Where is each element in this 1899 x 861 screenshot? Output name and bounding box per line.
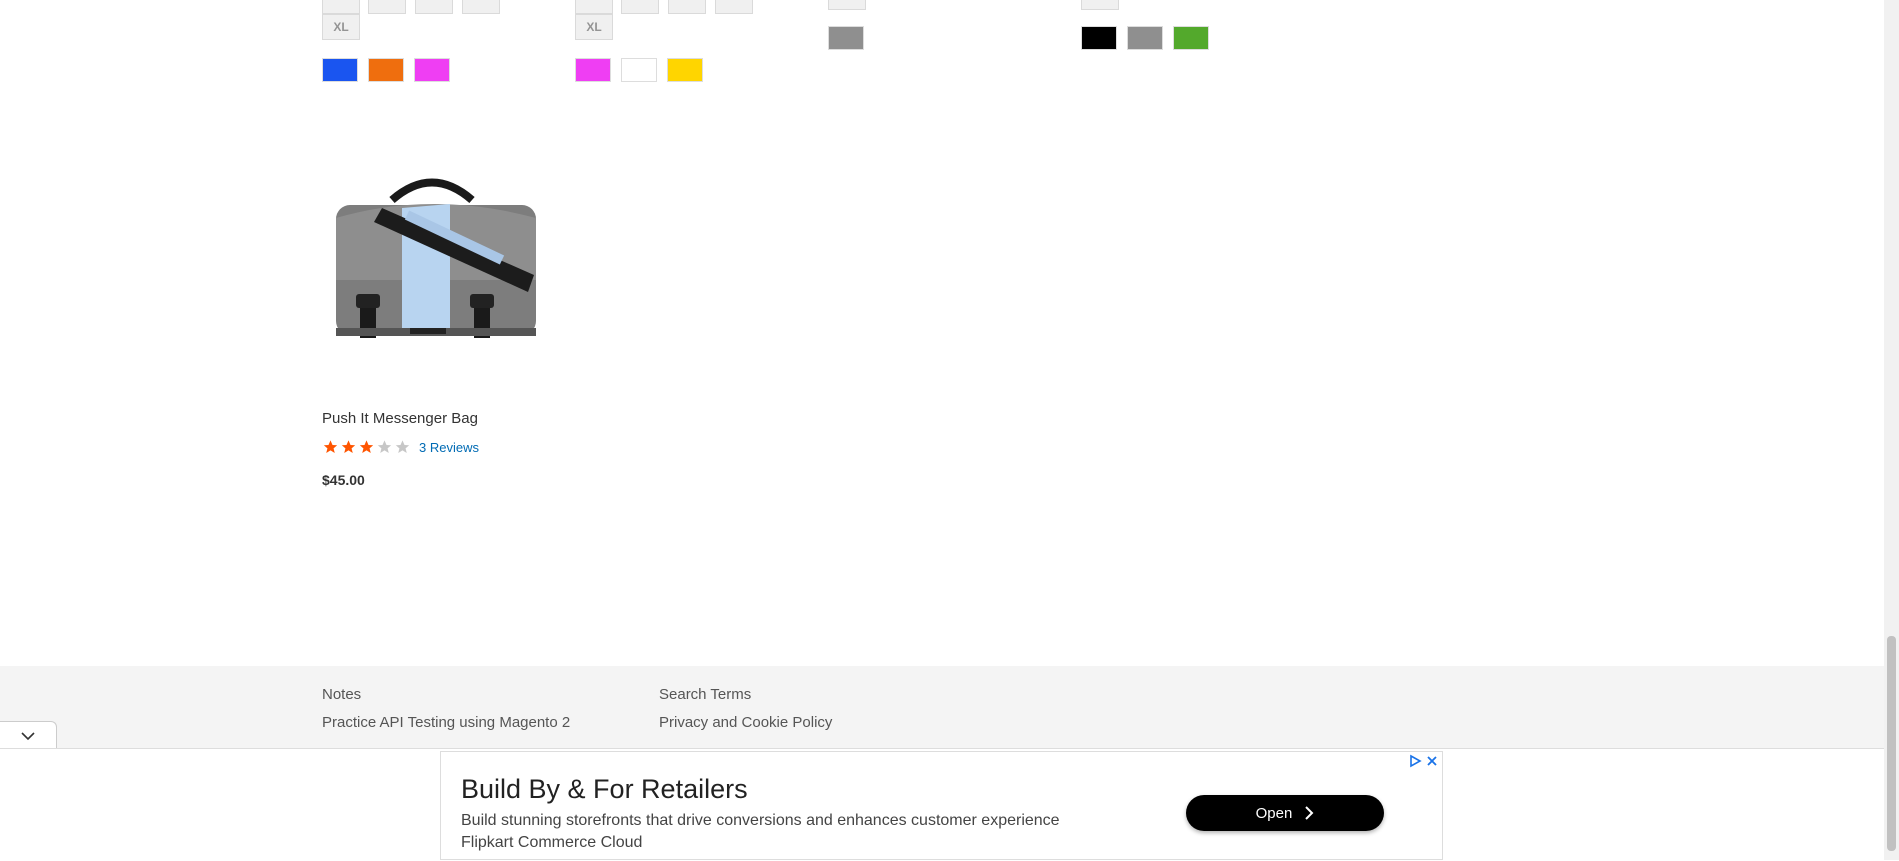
ad-open-label: Open [1255,804,1293,822]
size-label: XL [333,20,349,34]
color-swatch[interactable] [828,26,864,50]
reviews-link[interactable]: 3 Reviews [419,440,479,455]
size-swatch-xl[interactable]: XL [322,14,360,40]
scrollbar-thumb[interactable] [1887,636,1896,851]
star-icon [341,440,356,453]
star-icon [323,440,338,453]
size-label: XL [586,20,602,34]
color-swatch[interactable] [621,58,657,82]
size-swatch[interactable] [1081,0,1119,10]
page-footer: Notes Practice API Testing using Magento… [0,666,1884,750]
ad-collapse-button[interactable] [0,721,57,749]
rating-stars [322,439,411,455]
color-swatch[interactable] [1127,26,1163,50]
size-swatch[interactable] [415,0,453,14]
size-swatch[interactable] [575,0,613,14]
size-swatch[interactable] [621,0,659,14]
product-name-link[interactable]: Push It Messenger Bag [322,410,478,427]
footer-link-notes[interactable]: Notes [322,686,361,703]
page-scrollbar[interactable] [1884,0,1899,860]
chevron-right-icon [1305,806,1314,820]
star-icon [377,440,392,453]
product-rating: 3 Reviews [322,439,479,455]
star-icon [395,440,410,453]
color-swatch[interactable] [667,58,703,82]
ad-description: Build stunning storefronts that drive co… [461,812,1060,829]
size-swatch[interactable] [668,0,706,14]
color-swatch[interactable] [1173,26,1209,50]
size-swatch[interactable] [828,0,866,10]
color-swatch[interactable] [575,58,611,82]
star-icon [359,440,374,453]
color-swatch[interactable] [322,58,358,82]
ad-banner[interactable]: Build By & For Retailers Build stunning … [440,751,1443,860]
chevron-down-icon [21,731,35,740]
size-swatch-xl[interactable]: XL [575,14,613,40]
ad-title[interactable]: Build By & For Retailers [461,774,748,805]
ad-brand: Flipkart Commerce Cloud [461,834,643,851]
size-swatch[interactable] [368,0,406,14]
ad-controls [1408,754,1438,768]
product-image[interactable] [322,160,542,410]
color-swatch[interactable] [414,58,450,82]
size-swatch[interactable] [322,0,360,14]
close-icon[interactable] [1426,755,1438,767]
footer-link-privacy[interactable]: Privacy and Cookie Policy [659,714,832,731]
product-price: $45.00 [322,472,365,488]
adchoices-icon[interactable] [1408,754,1422,768]
color-swatch[interactable] [368,58,404,82]
color-swatch[interactable] [1081,26,1117,50]
footer-link-api-testing[interactable]: Practice API Testing using Magento 2 [322,714,570,731]
size-swatch[interactable] [715,0,753,14]
ad-open-button[interactable]: Open [1186,795,1384,831]
size-swatch[interactable] [462,0,500,14]
footer-link-search-terms[interactable]: Search Terms [659,686,751,703]
